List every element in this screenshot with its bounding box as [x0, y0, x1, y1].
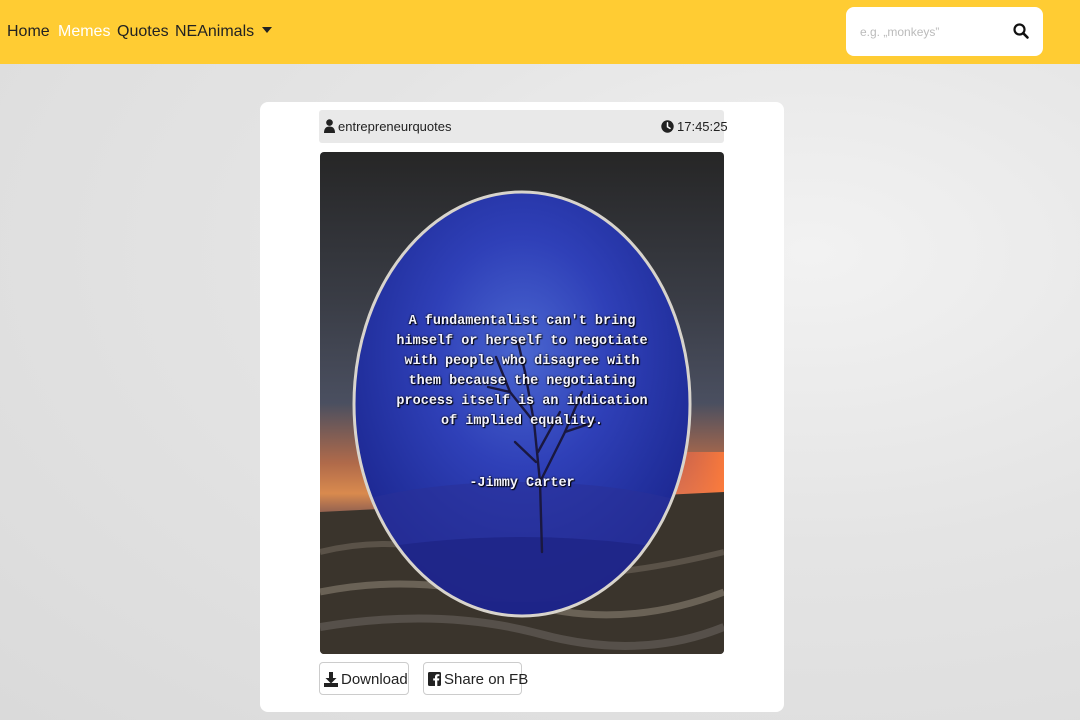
- quote-author: -Jimmy Carter: [469, 476, 575, 491]
- clock-icon: [661, 120, 674, 133]
- download-icon: [324, 672, 338, 687]
- nav-home-link[interactable]: Home: [7, 22, 50, 42]
- share-facebook-button[interactable]: Share on FB: [423, 662, 528, 695]
- share-facebook-button-label: Share on FB: [444, 671, 529, 688]
- post-card: entrepreneurquotes 17:45:25 A fundamenta…: [260, 102, 784, 712]
- post-username[interactable]: entrepreneurquotes: [338, 119, 451, 134]
- download-button-label: Download: [341, 671, 408, 688]
- post-time: 17:45:25: [677, 119, 728, 134]
- search-form: [846, 7, 1043, 56]
- top-navbar: Home Memes Quotes NEAnimals: [0, 0, 1080, 64]
- search-icon[interactable]: [1012, 22, 1030, 40]
- meme-image[interactable]: A fundamentalist can't bring himself or …: [320, 152, 724, 654]
- nav-quotes-link[interactable]: Quotes: [117, 22, 169, 42]
- user-icon: [324, 119, 335, 133]
- download-button[interactable]: Download: [319, 662, 409, 695]
- post-header: entrepreneurquotes 17:45:25: [319, 110, 728, 143]
- nav-memes-link[interactable]: Memes: [58, 22, 110, 42]
- quote-text: A fundamentalist can't bring himself or …: [396, 314, 648, 429]
- chevron-down-icon: [262, 27, 273, 33]
- nav-neanimals-dropdown[interactable]: NEAnimals: [175, 22, 273, 42]
- nav-neanimals-label: NEAnimals: [175, 23, 255, 40]
- search-input[interactable]: [854, 19, 1016, 45]
- facebook-icon: [428, 672, 441, 686]
